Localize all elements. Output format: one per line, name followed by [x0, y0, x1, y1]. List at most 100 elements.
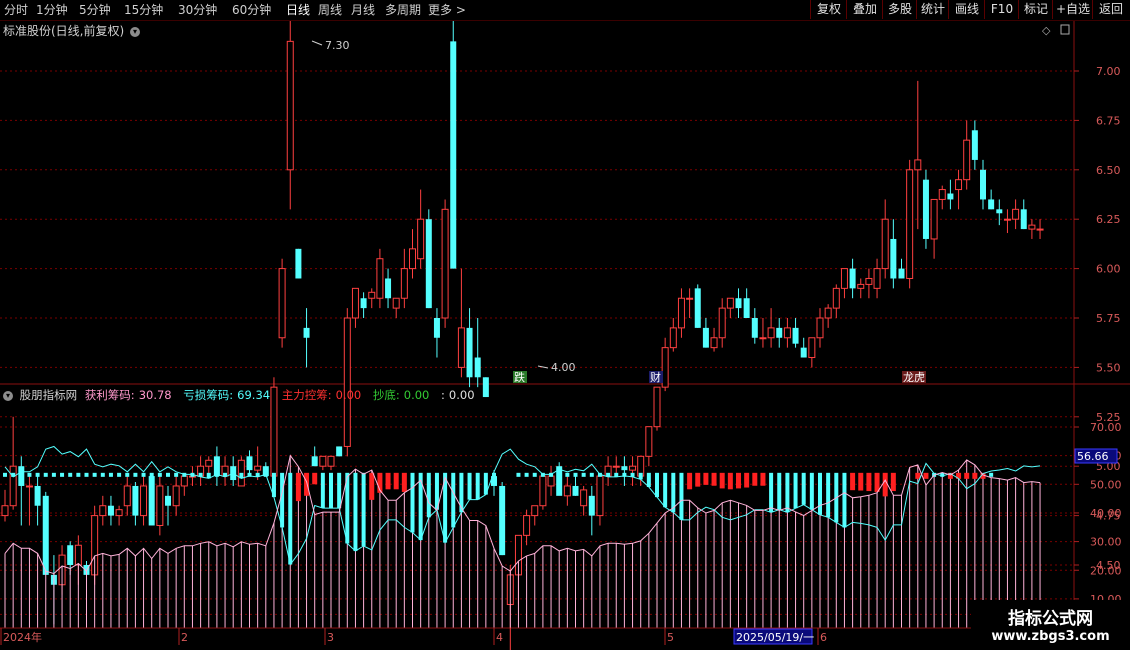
candle [580, 485, 588, 516]
candle [653, 386, 661, 431]
candle [409, 229, 416, 279]
candle [661, 337, 669, 392]
candle [230, 456, 237, 486]
candle [604, 456, 612, 486]
candle [686, 288, 694, 318]
chevron-down-icon[interactable]: ▾ [3, 390, 13, 401]
price-axis-tick: 7.00 [1096, 65, 1121, 78]
candle [735, 288, 742, 318]
candle [34, 476, 41, 526]
candle [303, 308, 310, 368]
candle [898, 258, 905, 279]
candle [148, 476, 155, 526]
candle [922, 169, 929, 249]
candle [450, 11, 457, 269]
period-tab-intraday[interactable]: 分时 [4, 2, 28, 18]
candle [808, 337, 816, 368]
candle [556, 462, 563, 496]
candle [645, 426, 653, 467]
candle [115, 505, 123, 526]
candle [710, 327, 718, 352]
period-tab-60min[interactable]: 60分钟 [232, 2, 271, 18]
legend-bottom: 抄底: 0.00 [373, 388, 433, 402]
multi-stock-button[interactable]: 多股 [882, 0, 917, 19]
date-axis-tick: 3 [327, 631, 334, 644]
candle [319, 455, 327, 471]
overlay-button[interactable]: 叠加 [846, 0, 883, 19]
stock-title-label: 标准股份(日线,前复权) [3, 24, 125, 38]
price-axis-tick: 6.75 [1096, 114, 1121, 127]
date-axis-tick: 2024年 [3, 630, 42, 644]
draw-line-button[interactable]: 画线 [948, 0, 985, 19]
candle [694, 284, 701, 328]
mark-button[interactable]: 标记 [1018, 0, 1053, 19]
candle [783, 318, 791, 348]
adjust-button[interactable]: 复权 [810, 0, 847, 19]
candle [180, 475, 188, 496]
indicator-current-value: 56.66 [1077, 450, 1109, 463]
indicator-axis-tick: 50.00 [1090, 478, 1122, 491]
date-axis-tick: 2 [181, 631, 188, 644]
candle [677, 288, 685, 338]
legend-bottom-value: 0.00 [403, 388, 430, 402]
period-tab-daily[interactable]: 日线 [286, 2, 310, 18]
candle [123, 476, 131, 516]
candle [1, 489, 9, 522]
candle [996, 199, 1003, 226]
legend-control-value: 0.00 [335, 388, 362, 402]
candle [865, 268, 873, 299]
period-tab-1min[interactable]: 1分钟 [36, 2, 68, 18]
candle [832, 284, 840, 318]
candle [840, 268, 848, 299]
candle [881, 199, 889, 279]
candle [523, 509, 531, 546]
candle [800, 337, 807, 358]
candle [702, 318, 709, 348]
window-icon[interactable] [1060, 24, 1070, 35]
back-button[interactable]: 返回 [1092, 0, 1129, 19]
period-tab-15min[interactable]: 15分钟 [124, 2, 163, 18]
candle [726, 297, 734, 318]
candle [629, 456, 637, 486]
candle [743, 288, 750, 318]
candle [385, 268, 392, 309]
event-marker-drop[interactable]: 跌 [514, 370, 525, 384]
candle [849, 258, 856, 299]
legend-loss: 亏损筹码: 69.34 [183, 388, 274, 402]
candle [172, 476, 180, 516]
candle [572, 476, 579, 496]
candle [596, 475, 604, 526]
watermark: 指标公式网 www.zbgs3.com [971, 600, 1130, 650]
cursor-date-label: 2025/05/19/一 [736, 631, 814, 644]
watermark-title: 指标公式网 [1008, 609, 1093, 629]
candle [278, 258, 286, 348]
period-tab-weekly[interactable]: 周线 [318, 2, 342, 18]
event-marker-finance[interactable]: 财 [650, 370, 661, 384]
period-tab-monthly[interactable]: 月线 [351, 2, 375, 18]
candle [213, 446, 220, 486]
candle [42, 491, 49, 575]
candle [621, 456, 628, 486]
statistics-button[interactable]: 统计 [916, 0, 949, 19]
period-tab-multi[interactable]: 多周期 [385, 2, 421, 18]
indicator-name[interactable]: 股朋指标网 [20, 388, 78, 402]
period-toolbar: 分时 1分钟 5分钟 15分钟 30分钟 60分钟 日线 周线 月线 多周期 更… [0, 0, 1130, 21]
candle [890, 219, 897, 289]
period-tab-5min[interactable]: 5分钟 [79, 2, 111, 18]
chart-title[interactable]: 标准股份(日线,前复权) ▾ [3, 22, 141, 39]
period-tab-more[interactable]: 更多 > [428, 2, 466, 18]
period-tab-30min[interactable]: 30分钟 [178, 2, 217, 18]
event-marker-dragon-tiger[interactable]: 龙虎 [903, 371, 925, 384]
diamond-icon[interactable]: ◇ [1042, 24, 1051, 37]
chevron-down-icon[interactable]: ▾ [130, 26, 141, 37]
candle [963, 120, 971, 190]
low-price-label: 4.00 [551, 361, 576, 374]
chart-canvas[interactable]: 7.006.756.506.256.005.755.505.255.004.75… [0, 0, 1130, 650]
candle [466, 308, 473, 388]
f10-button[interactable]: F10 [984, 0, 1019, 19]
add-watchlist-button[interactable]: +自选 [1052, 0, 1093, 19]
candle [1003, 209, 1011, 234]
date-axis-tick: 4 [496, 631, 503, 644]
candle [376, 248, 384, 309]
candle [392, 297, 400, 318]
